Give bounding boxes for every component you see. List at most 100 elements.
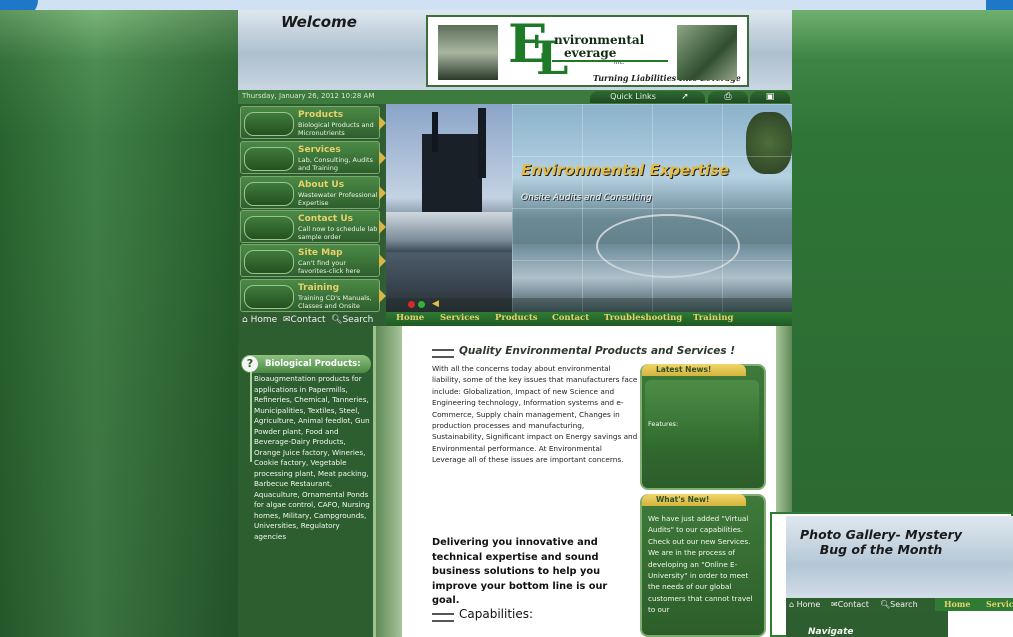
intro-paragraph: With all the concerns today about enviro… [432, 364, 638, 465]
nav-button-pill [244, 216, 294, 240]
topnav-home[interactable]: Home [396, 313, 424, 323]
heading-dash-icon [432, 349, 454, 358]
nav-arrow-icon [379, 186, 386, 200]
logo-photo-left [438, 25, 498, 80]
home-link[interactable]: ⌂ Home [242, 315, 277, 325]
logo-word-environmental: nvironmental [554, 33, 645, 47]
nav-contact-us[interactable]: Contact Us Call now to schedule lab samp… [240, 210, 386, 243]
topnav-contact[interactable]: Contact [552, 313, 589, 323]
navigate-heading: Navigate [808, 627, 854, 637]
back-arrow-icon[interactable]: ➚ [665, 91, 705, 103]
site-logo[interactable]: E L nvironmental everage inc. Turning Li… [426, 15, 749, 87]
nav-arrow-icon [379, 220, 386, 234]
nav-arrow-icon [379, 151, 386, 165]
home-link-label: Home [250, 315, 278, 325]
search-icon: 🔍︎ [331, 315, 343, 325]
nav-training[interactable]: Training Training CD's Manuals, Classes … [240, 279, 386, 312]
heading-dash-icon [432, 613, 454, 622]
popup-nav-home[interactable]: Home [944, 599, 970, 609]
nav-arrow-icon [379, 116, 386, 130]
nav-desc: Call now to schedule lab sample order [298, 225, 378, 241]
logo-underline [552, 60, 668, 62]
search-link[interactable]: 🔍︎Search [331, 315, 373, 325]
nav-button-pill [244, 147, 294, 171]
nav-button-pill [244, 112, 294, 136]
stop-dot-icon[interactable] [408, 301, 415, 308]
bio-products-text: Bioaugmentation products for application… [254, 374, 370, 541]
main-heading: Quality Environmental Products and Servi… [459, 345, 736, 357]
logo-photo-right [677, 25, 737, 80]
nav-site-map[interactable]: Site Map Can't find your favorites-click… [240, 244, 386, 277]
envelope-icon: ✉ [283, 315, 291, 325]
nav-desc: Biological Products and Micronutrients [298, 121, 374, 137]
welcome-heading: Welcome [281, 13, 357, 31]
left-background-panel [0, 10, 238, 637]
home-icon: ⌂ [242, 315, 248, 325]
search-link-label: Search [342, 315, 374, 325]
nav-button-pill [244, 250, 294, 274]
hero-banner-image [386, 104, 792, 312]
main-left-border [376, 326, 402, 637]
nav-button-pill [244, 182, 294, 206]
latest-news-content [645, 380, 759, 450]
nav-title: Training [298, 283, 340, 293]
nav-title: Products [298, 110, 344, 120]
popup-search-link[interactable]: 🔍︎Search [880, 600, 918, 609]
home-icon: ⌂ [789, 600, 795, 609]
topnav-services[interactable]: Services [440, 313, 480, 323]
popup-home-link[interactable]: ⌂ Home [789, 600, 820, 609]
nav-arrow-icon [379, 289, 386, 303]
nav-products[interactable]: Products Biological Products and Micronu… [240, 106, 386, 139]
popup-home-label: Home [796, 600, 821, 609]
topnav-training[interactable]: Training [693, 313, 733, 323]
capabilities-heading: Capabilities: [459, 607, 534, 621]
bio-products-title: Biological Products: [265, 359, 361, 369]
topnav-products[interactable]: Products [495, 313, 538, 323]
contact-link[interactable]: ✉Contact [283, 315, 326, 325]
nav-desc: Training CD's Manuals, Classes and Onsit… [298, 294, 372, 310]
whats-new-tab: What's New! [642, 494, 746, 506]
play-dot-icon[interactable] [418, 301, 425, 308]
refinery-stack [478, 108, 486, 178]
question-icon[interactable]: ? [242, 356, 258, 372]
speaker-icon[interactable]: ◀ [432, 299, 439, 309]
goal-paragraph: Delivering you innovative and technical … [432, 537, 608, 606]
nav-button-pill [244, 285, 294, 309]
envelope-icon: ✉ [831, 600, 838, 609]
gift-icon[interactable]: ▣ [750, 91, 790, 103]
popup-contact-label: Contact [837, 600, 869, 609]
nav-title: Contact Us [298, 214, 354, 224]
date-time-text: Thursday, January 26, 2012 10:28 AM [242, 92, 375, 100]
popup-title: Photo Gallery- Mystery Bug of the Month [800, 527, 962, 557]
nav-arrow-icon [379, 254, 386, 268]
hero-controls-bar [386, 298, 792, 312]
latest-news-tab: Latest News! [642, 364, 746, 376]
nav-title: Services [298, 145, 341, 155]
print-icon[interactable]: ⎙ [708, 91, 748, 103]
quick-links-tab[interactable]: Quick Links [590, 91, 676, 103]
hero-grid-overlay [512, 104, 792, 312]
nav-desc: Wastewater Professional Expertise [298, 191, 378, 207]
nav-desc: Can't find your favorites-click here [298, 259, 361, 275]
refinery-stack [432, 112, 438, 152]
nav-about-us[interactable]: About Us Wastewater Professional Experti… [240, 176, 386, 209]
bio-accent-line [250, 372, 252, 462]
hero-title: Environmental Expertise [521, 161, 730, 179]
popup-content-area [948, 611, 1013, 637]
whats-new-text: We have just added "Virtual Audits" to o… [648, 514, 753, 615]
features-label: Features: [648, 420, 679, 428]
hero-subtitle: Onsite Audits and Consulting [521, 193, 652, 203]
nav-desc: Lab, Consulting, Audits and Training [298, 156, 373, 172]
popup-search-label: Search [890, 600, 918, 609]
aeration-splash [386, 212, 512, 252]
browser-top-strip [0, 0, 1013, 18]
contact-link-label: Contact [290, 315, 326, 325]
nav-title: Site Map [298, 248, 343, 258]
nav-title: About Us [298, 180, 345, 190]
topnav-troubleshooting[interactable]: Troubleshooting [604, 313, 682, 323]
popup-nav-services[interactable]: Servic [986, 599, 1013, 609]
refinery-silhouette [422, 134, 482, 214]
search-icon: 🔍︎ [880, 600, 891, 609]
nav-services[interactable]: Services Lab, Consulting, Audits and Tra… [240, 141, 386, 174]
popup-contact-link[interactable]: ✉Contact [831, 600, 869, 609]
